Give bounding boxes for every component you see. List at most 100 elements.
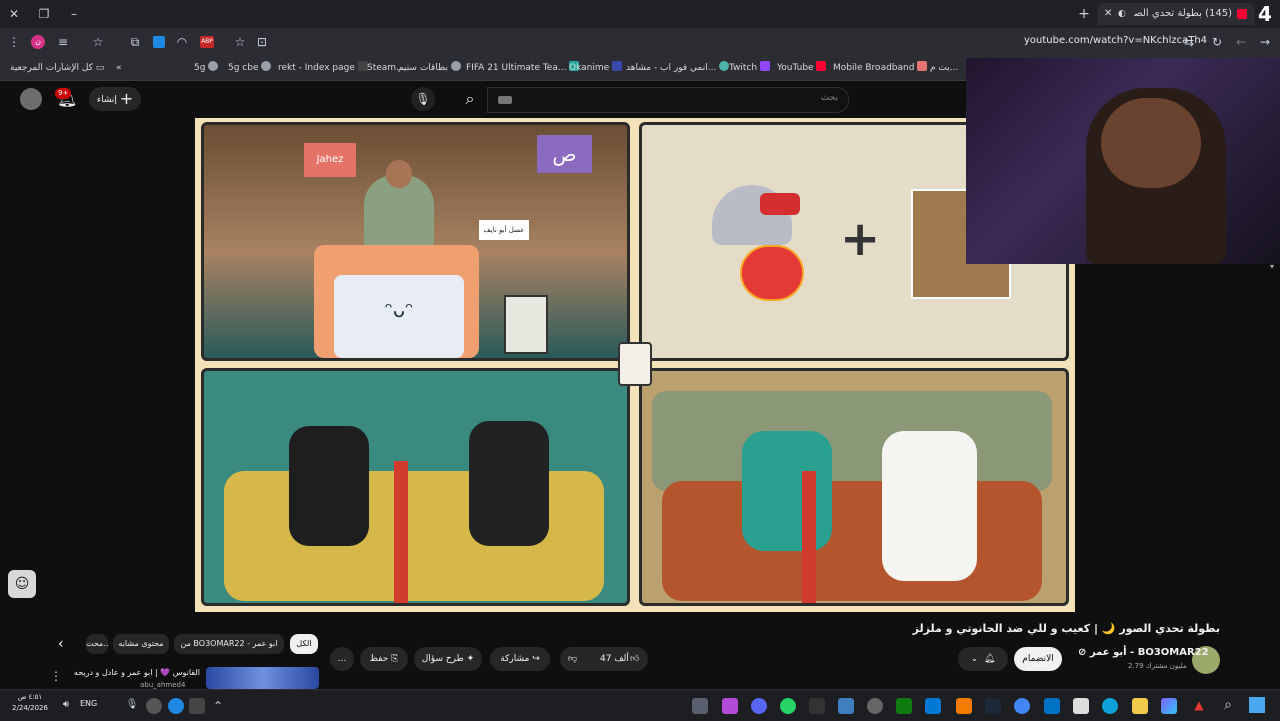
suggestion-title[interactable]: القانوس 💜 | ابو عمر و عادل و دريحه [70,668,200,677]
back-icon[interactable]: → [1257,34,1273,50]
extension-blue-icon[interactable] [153,36,165,48]
bookmark-5g[interactable]: 5g [194,60,221,76]
all-bookmarks[interactable]: كل الإشارات المرجعية ▭ [10,60,104,76]
create-button[interactable]: إنشاء + [89,87,141,111]
language-indicator[interactable]: ENG [80,699,97,708]
ask-button[interactable]: طرح سؤال ✦ [414,647,482,671]
xbox-icon[interactable] [896,698,912,714]
bookmarks-more-icon[interactable]: « [116,60,122,76]
acrobat-icon[interactable]: ▲ [1191,697,1207,713]
save-label: حفظ [369,654,389,664]
chips-prev-icon[interactable]: ‹ [58,636,64,652]
whatsapp-icon[interactable] [780,698,796,714]
tab-audio-icon[interactable]: ◐ [1118,3,1126,25]
guest-one [289,426,369,546]
channel-name[interactable]: ⊘ أبو عمر - BO3OMAR22 [1078,647,1209,658]
reload-icon[interactable]: ↻ [1209,34,1225,50]
tab-close-icon[interactable]: ✕ [1104,3,1112,25]
taskbar-app-5-icon[interactable] [809,698,825,714]
taskbar-app-9-icon[interactable] [925,698,941,714]
start-windows-icon[interactable] [1249,697,1265,713]
bookmark-icon: ⎘ [391,654,399,664]
minimize-window-icon[interactable]: – [66,6,82,22]
host-head [386,160,412,188]
reading-list-icon[interactable]: ≡ [55,34,71,50]
okanime-icon [612,61,623,71]
share-button[interactable]: مشاركة ↪ [490,647,550,671]
circus-ball-icon [740,245,804,301]
dislike-icon[interactable]: 👎︎ [568,647,577,671]
verified-icon: ⊘ [1078,647,1087,658]
taskbar-search-icon[interactable]: ⌕ [1220,697,1236,713]
new-tab-icon[interactable]: + [1076,6,1092,22]
suggestion-menu-icon[interactable]: ⋮ [50,669,62,683]
voice-search-mic-icon[interactable]: 🎙︎ [411,87,435,111]
brave-icon[interactable] [956,698,972,714]
taskbar-app-6-icon[interactable] [838,698,854,714]
bookmark-mobile-broadband[interactable]: Mobile Broadband [833,60,930,76]
chip-all[interactable]: الكل [290,634,318,654]
extension-wifi-icon[interactable]: ◠ [174,34,190,50]
copilot-icon[interactable] [1161,698,1177,714]
instagram-icon[interactable] [722,698,738,714]
save-button[interactable]: حفظ ⎘ [360,647,408,671]
keyboard-icon[interactable] [498,96,512,104]
extensions-star-icon[interactable]: ☆ [90,34,106,50]
steam-icon[interactable] [985,698,1001,714]
taskbar-app-1-icon[interactable] [692,698,708,714]
store-icon[interactable] [1073,698,1089,714]
chrome-icon[interactable] [1014,698,1030,714]
tray-app-icon-3[interactable] [189,698,205,714]
channel-watermark-icon[interactable]: ☺ [8,570,36,598]
clock-time: ٤:٥١ ص [17,693,43,701]
scroll-indicator-icon[interactable]: ▾ [1270,262,1274,271]
edge-icon[interactable] [1102,698,1118,714]
discord-icon[interactable] [751,698,767,714]
site-settings-icon[interactable]: ⇆ [1181,34,1197,50]
profile-avatar-icon[interactable]: ن [31,35,45,49]
bookmark-steam-cards[interactable]: بطاقات ستيم [398,60,464,76]
file-explorer-icon[interactable] [1132,698,1148,714]
search-button-icon[interactable]: ⌕ [453,87,487,111]
tray-app-icon-1[interactable] [146,698,162,714]
chip-from-channel[interactable]: من BO3OMAR22 - ابو عمر [174,634,284,654]
search-input[interactable]: بحث [487,87,849,113]
user-avatar[interactable] [20,88,42,110]
forward-icon[interactable]: ← [1233,34,1249,50]
bookmark-fifa-label: FIFA 21 Ultimate Tea... [466,63,567,73]
more-actions-button[interactable]: … [330,647,354,671]
clock[interactable]: ٤:٥١ ص 2/24/2026 [8,692,52,714]
install-app-icon[interactable]: ⊡ [254,34,270,50]
taskbar-app-7-icon[interactable] [867,698,883,714]
outlook-icon[interactable] [1044,698,1060,714]
like-dislike-group: 👎︎ 47 ألف 👍︎ [560,647,648,671]
volume-icon[interactable]: 🔊︎ [58,697,74,713]
bookmark-5g-cbe[interactable]: 5g cbe [228,60,274,76]
bookmark-rekt[interactable]: rekt - Index page [278,60,371,76]
mascot-frame-icon [504,295,548,354]
join-button[interactable]: الانضمام [1014,647,1062,671]
suggestion-thumbnail[interactable] [206,667,319,689]
tab-active[interactable]: ✕ ◐ (145) بطولة تحدي الصور 🌙 [1098,3,1254,25]
bookmark-youtube[interactable]: YouTube [777,60,829,76]
bookmark-okanime[interactable]: Okanime [569,60,625,76]
tray-overflow-icon[interactable]: ⌃ [210,698,226,714]
url-text[interactable]: youtube.com/watch?v=NKchlzcaTh4 [1024,35,1207,46]
adblock-icon[interactable]: ABP [200,36,214,48]
extension-puzzle-icon[interactable]: ⧉ [127,34,143,50]
subscribed-button[interactable]: ⌄ 🔔︎ [958,647,1008,671]
like-icon[interactable]: 👍︎ [630,647,639,671]
bookmark-twitch[interactable]: Twitch [729,60,773,76]
video-player[interactable]: Jahez ص عسل أبو نايف ᵔᴗᵔ + [195,118,1075,612]
close-window-icon[interactable]: ✕ [6,6,22,22]
mic-tray-icon[interactable]: 🎙︎ [124,697,140,713]
bookmark-last[interactable]: يت م... [930,60,958,76]
bookmark-anime4up[interactable]: انمي فور اب - مشاهد... [626,60,732,76]
chip-more[interactable]: محت... [86,634,108,654]
bookmark-star-icon[interactable]: ☆ [232,34,248,50]
chip-related[interactable]: محتوى مشابه [113,634,169,654]
tray-app-icon-2[interactable] [168,698,184,714]
menu-kebab-icon[interactable]: ⋮ [6,34,22,50]
bookmark-fifa[interactable]: FIFA 21 Ultimate Tea... [466,60,582,76]
restore-window-icon[interactable]: ❐ [36,6,52,22]
